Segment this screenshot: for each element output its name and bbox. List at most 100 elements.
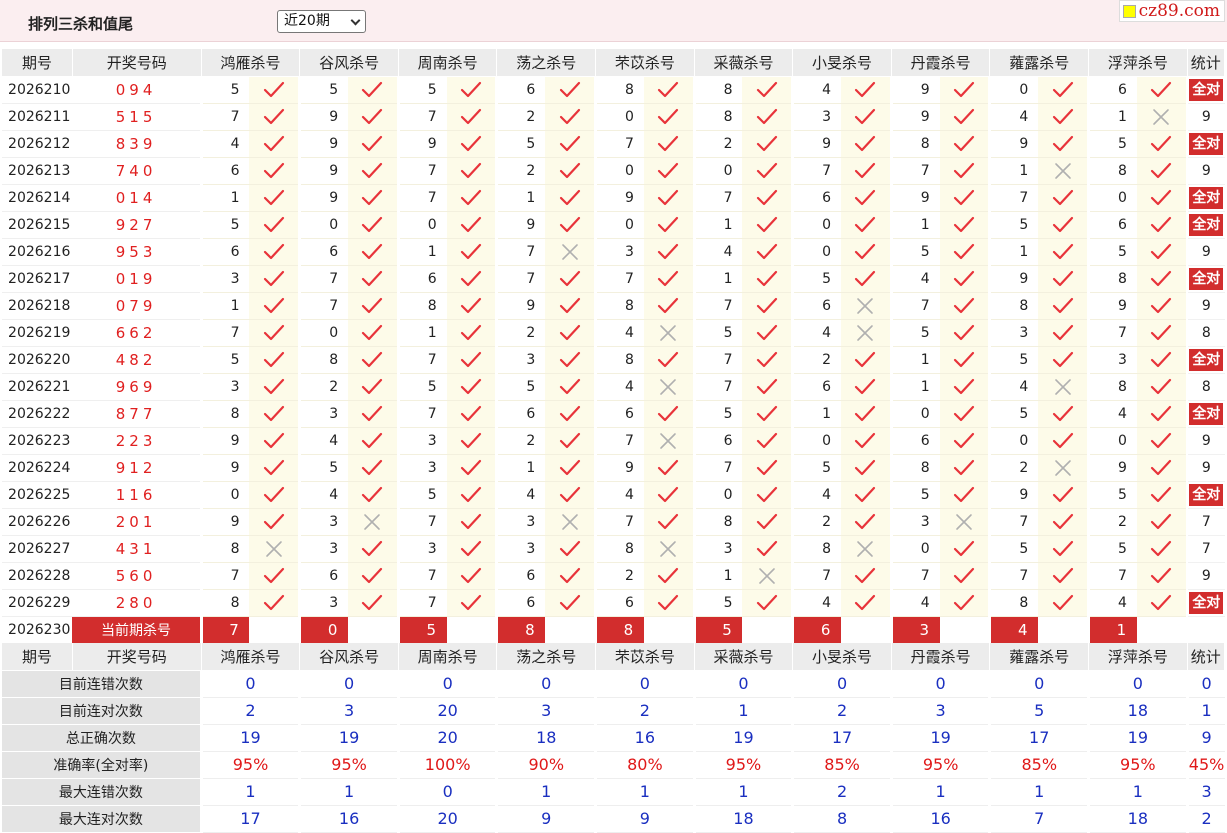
result-cell	[446, 76, 497, 104]
kill-number-cell: 5	[396, 481, 447, 509]
result-cell	[1038, 157, 1089, 185]
col-header-expert: 荡之杀号	[496, 643, 597, 671]
kill-number-cell: 5	[692, 400, 743, 428]
summary-value: 1	[692, 778, 793, 806]
result-cell	[545, 319, 596, 347]
result-cell	[939, 562, 990, 590]
check-icon	[559, 459, 581, 477]
result-cell	[348, 454, 399, 482]
result-cell	[348, 535, 399, 563]
summary-value: 7	[988, 805, 1089, 833]
draw-number-cell: 740	[72, 157, 202, 185]
table-row: 2026221 969 3 2 5 5 4 7 6 1 4 8 8	[2, 373, 1225, 401]
period-select[interactable]: 近20期	[277, 10, 366, 33]
summary-value: 100%	[396, 751, 497, 779]
table-row: 2026224 912 9 5 3 1 9 7 5 8 2 9 9	[2, 454, 1225, 482]
result-cell	[643, 373, 695, 401]
result-cell	[545, 184, 596, 212]
check-icon	[460, 189, 482, 207]
result-cell	[939, 454, 990, 482]
table-row: 2026222 877 8 3 7 6 6 5 1 0 5 4 全对	[2, 400, 1225, 428]
check-icon	[756, 594, 778, 612]
check-icon	[1052, 594, 1074, 612]
kill-number-cell: 6	[1087, 76, 1137, 104]
check-icon	[361, 486, 383, 504]
kill-number-cell: 3	[298, 589, 349, 617]
kill-number-cell: 4	[988, 103, 1039, 131]
kill-number-cell: 1	[396, 238, 447, 266]
table-row: 2026218 079 1 7 8 9 8 7 6 7 8 9 9	[2, 292, 1225, 320]
kill-number-cell: 7	[396, 508, 447, 536]
col-header-expert: 蕹露杀号	[989, 643, 1090, 671]
summary-value: 2	[594, 697, 695, 725]
kill-number-cell: 3	[692, 535, 743, 563]
draw-number: 515	[115, 107, 157, 126]
stat-cell: 全对	[1186, 76, 1225, 104]
check-icon	[361, 540, 383, 558]
kill-number-cell: 4	[791, 319, 842, 347]
draw-number: 927	[115, 215, 157, 234]
summary-value: 0	[298, 670, 399, 698]
site-logo[interactable]: cz89.com	[1118, 0, 1225, 22]
draw-number: 912	[115, 458, 157, 477]
kill-number-cell: 7	[396, 346, 447, 374]
kill-number-cell: 8	[1087, 265, 1137, 293]
draw-number-cell: 280	[72, 589, 202, 617]
current-kill-spacer	[742, 616, 793, 643]
kill-number-cell: 7	[396, 184, 447, 212]
draw-number-cell: 223	[72, 427, 202, 455]
kill-number-cell: 8	[988, 589, 1039, 617]
kill-number-cell: 6	[495, 562, 546, 590]
summary-row: 目前连错次数 0 0 0 0 0 0 0 0 0 0 0	[2, 670, 1225, 698]
check-icon	[756, 432, 778, 450]
table-row: 2026227 431 8 3 3 3 8 3 8 0 5 5 7	[2, 535, 1225, 563]
kill-number-cell: 9	[298, 103, 349, 131]
result-cell	[841, 373, 892, 401]
result-cell	[742, 535, 793, 563]
result-cell	[742, 481, 793, 509]
result-cell	[643, 346, 695, 374]
kill-number-cell: 1	[889, 346, 940, 374]
kill-number-cell: 5	[988, 346, 1039, 374]
result-cell	[643, 103, 695, 131]
check-icon	[854, 135, 876, 153]
check-icon	[460, 243, 482, 261]
kill-number-cell: 7	[495, 238, 546, 266]
col-header-expert: 浮萍杀号	[1088, 643, 1188, 671]
kill-number-cell: 8	[594, 292, 644, 320]
result-cell	[545, 76, 596, 104]
kill-number-cell: 9	[988, 130, 1039, 158]
result-cell	[1038, 319, 1089, 347]
result-cell	[742, 157, 793, 185]
summary-row: 准确率(全对率) 95% 95% 100% 90% 80% 95% 85% 95% 85% 95% 4…	[2, 751, 1225, 779]
kill-number-cell: 7	[199, 319, 250, 347]
kill-number-cell: 4	[791, 589, 842, 617]
current-kill-label: 当前期杀号	[72, 616, 202, 643]
kill-number-cell: 8	[988, 292, 1039, 320]
kill-number-cell: 3	[396, 454, 447, 482]
cross-icon	[1150, 108, 1172, 126]
stat-cell: 9	[1186, 157, 1225, 185]
check-icon	[1150, 297, 1172, 315]
check-icon	[1052, 216, 1074, 234]
table-header-row: 期号 开奖号码 鸿雁杀号 谷风杀号 周南杀号 荡之杀号 芣苡杀号 采薇杀号 小旻杀号 丹霞杀号 蕹露…	[2, 49, 1226, 77]
kill-number-cell: 5	[199, 76, 250, 104]
draw-number: 116	[115, 485, 157, 504]
kill-number-cell: 2	[791, 508, 842, 536]
table-row: 2026220 482 5 8 7 3 8 7 2 1 5 3 全对	[2, 346, 1225, 374]
result-cell	[1136, 292, 1188, 320]
kill-number-cell: 7	[594, 265, 644, 293]
check-icon	[1052, 81, 1074, 99]
kill-number-cell: 1	[495, 184, 546, 212]
summary-value: 16	[889, 805, 990, 833]
header-bar: 排列三杀和值尾 近20期 cz89.com	[0, 0, 1227, 42]
check-icon	[953, 378, 975, 396]
all-correct-badge: 全对	[1189, 348, 1224, 371]
kill-number-cell: 0	[889, 535, 940, 563]
kill-number-cell: 9	[889, 76, 940, 104]
check-icon	[460, 405, 482, 423]
stat-cell: 9	[1186, 103, 1225, 131]
result-cell	[545, 103, 596, 131]
table-row: 2026229 280 8 3 7 6 6 5 4 4 8 4 全对	[2, 589, 1225, 617]
check-icon	[1150, 486, 1172, 504]
